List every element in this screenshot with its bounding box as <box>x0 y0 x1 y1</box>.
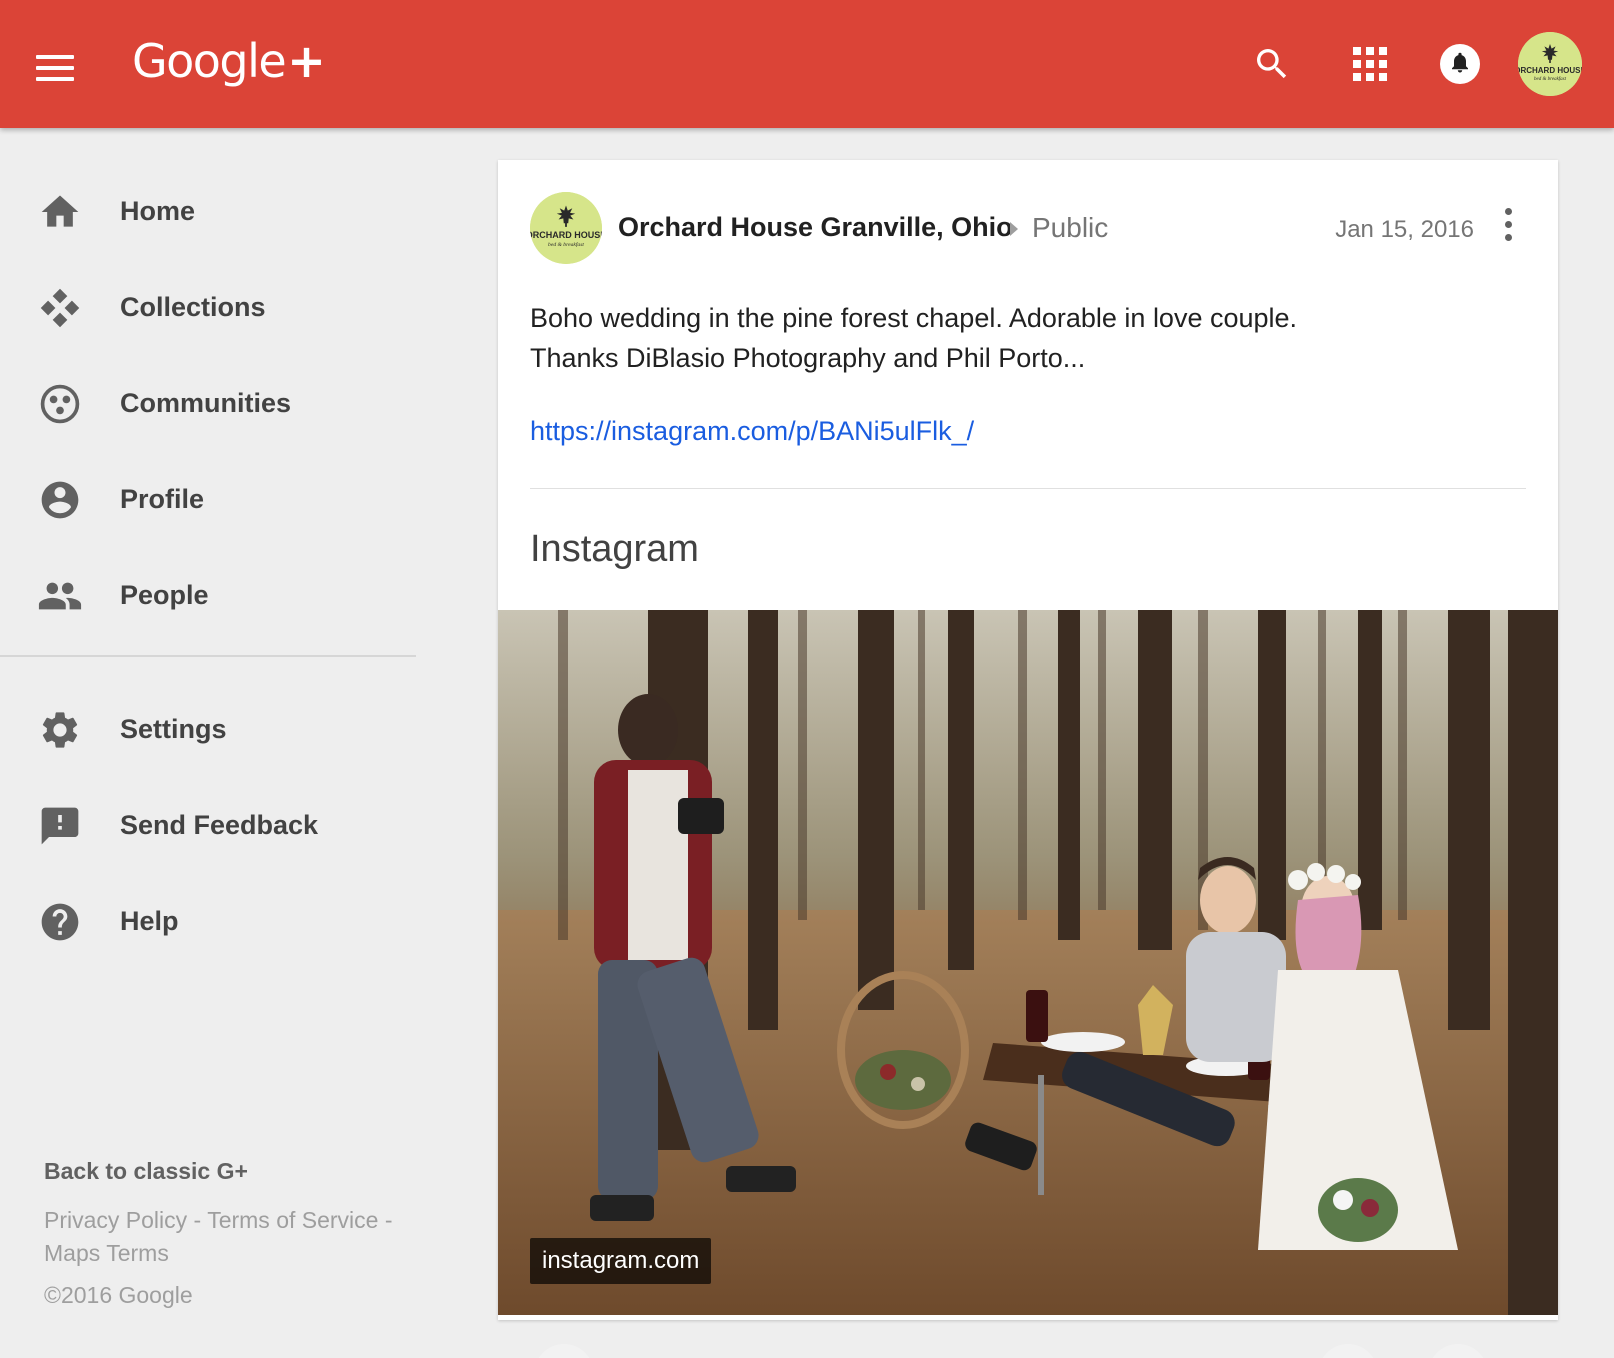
maps-terms-link[interactable]: Maps Terms <box>44 1240 169 1266</box>
avatar-logo-subtext: bed & breakfast <box>1534 77 1567 82</box>
sidebar-item-label: Send Feedback <box>120 810 319 840</box>
apps-grid-icon[interactable] <box>1338 32 1402 96</box>
sidebar-item-label: Collections <box>120 292 266 322</box>
copyright: ©2016 Google <box>44 1282 193 1308</box>
sidebar-item-label: Settings <box>120 714 227 744</box>
avatar-logo-text: ORCHARD HOUSE <box>530 230 602 240</box>
search-icon[interactable] <box>1240 32 1304 96</box>
sidebar-item-help[interactable]: Help <box>0 872 416 968</box>
post-text-line: Thanks DiBlasio Photography and Phil Por… <box>530 343 1086 373</box>
plus-one-button[interactable] <box>534 1344 594 1358</box>
back-to-classic-link[interactable]: Back to classic G+ <box>44 1158 248 1185</box>
footer-separator: - <box>187 1207 208 1233</box>
footer-separator: - <box>378 1207 393 1233</box>
sidebar-item-label: Communities <box>120 388 292 418</box>
post-image[interactable] <box>498 610 1558 1315</box>
sidebar-item-home[interactable]: Home <box>0 162 416 258</box>
terms-of-service-link[interactable]: Terms of Service <box>207 1207 378 1233</box>
post-card: ORCHARD HOUSE bed & breakfast Orchard Ho… <box>498 160 1558 1358</box>
google-plus-logo[interactable]: Google+ <box>132 34 326 88</box>
help-icon <box>36 898 84 946</box>
collections-icon <box>36 284 84 332</box>
author-avatar[interactable]: ORCHARD HOUSE bed & breakfast <box>530 192 602 264</box>
post-date[interactable]: Jan 15, 2016 <box>1318 216 1474 244</box>
post-text-line: Boho wedding in the pine forest chapel. … <box>530 303 1298 333</box>
sidebar-item-send-feedback[interactable]: Send Feedback <box>0 776 416 872</box>
sidebar-item-profile[interactable]: Profile <box>0 450 416 546</box>
image-source-chip[interactable]: instagram.com <box>530 1238 712 1284</box>
sidebar-item-label: Home <box>120 196 196 226</box>
card-divider <box>530 488 1526 489</box>
sidebar-item-collections[interactable]: Collections <box>0 258 416 354</box>
share-button[interactable] <box>1428 1344 1488 1358</box>
feedback-icon <box>36 802 84 850</box>
post-author-name[interactable]: Orchard House Granville, Ohio <box>618 212 1013 243</box>
visibility-arrow-icon <box>1010 222 1018 236</box>
post-visibility[interactable]: Public <box>1032 212 1108 244</box>
avatar-logo-subtext: bed & breakfast <box>548 241 584 248</box>
footer-legal-links: Privacy Policy - Terms of Service - Maps… <box>44 1204 424 1270</box>
logo-text: Google <box>132 34 287 88</box>
sidebar-item-label: Profile <box>120 484 205 514</box>
settings-icon <box>36 706 84 754</box>
avatar-logo-text: ORCHARD HOUSE <box>1518 66 1582 75</box>
sidebar-item-people[interactable]: People <box>0 546 416 642</box>
sidebar-item-label: People <box>120 580 209 610</box>
post-body: Boho wedding in the pine forest chapel. … <box>530 298 1530 378</box>
profile-icon <box>36 476 84 524</box>
sidebar-item-settings[interactable]: Settings <box>0 680 416 776</box>
people-icon <box>36 572 84 620</box>
logo-plus: + <box>287 34 326 88</box>
comment-button[interactable] <box>1318 1344 1378 1358</box>
sidebar-item-communities[interactable]: Communities <box>0 354 416 450</box>
home-icon <box>36 188 84 236</box>
menu-icon[interactable] <box>36 48 84 88</box>
privacy-policy-link[interactable]: Privacy Policy <box>44 1207 187 1233</box>
account-avatar[interactable]: ORCHARD HOUSE bed & breakfast <box>1518 32 1582 96</box>
notifications-icon[interactable] <box>1428 32 1492 96</box>
sidebar-divider <box>0 655 416 657</box>
embed-title[interactable]: Instagram <box>530 528 699 571</box>
more-options-icon[interactable] <box>1484 196 1532 252</box>
post-link[interactable]: https://instagram.com/p/BANi5ulFlk_/ <box>530 416 974 447</box>
sidebar-item-label: Help <box>120 906 179 936</box>
top-app-bar: Google+ ORCHARD HOUSE bed & breakfas <box>0 0 1614 128</box>
communities-icon <box>36 380 84 428</box>
